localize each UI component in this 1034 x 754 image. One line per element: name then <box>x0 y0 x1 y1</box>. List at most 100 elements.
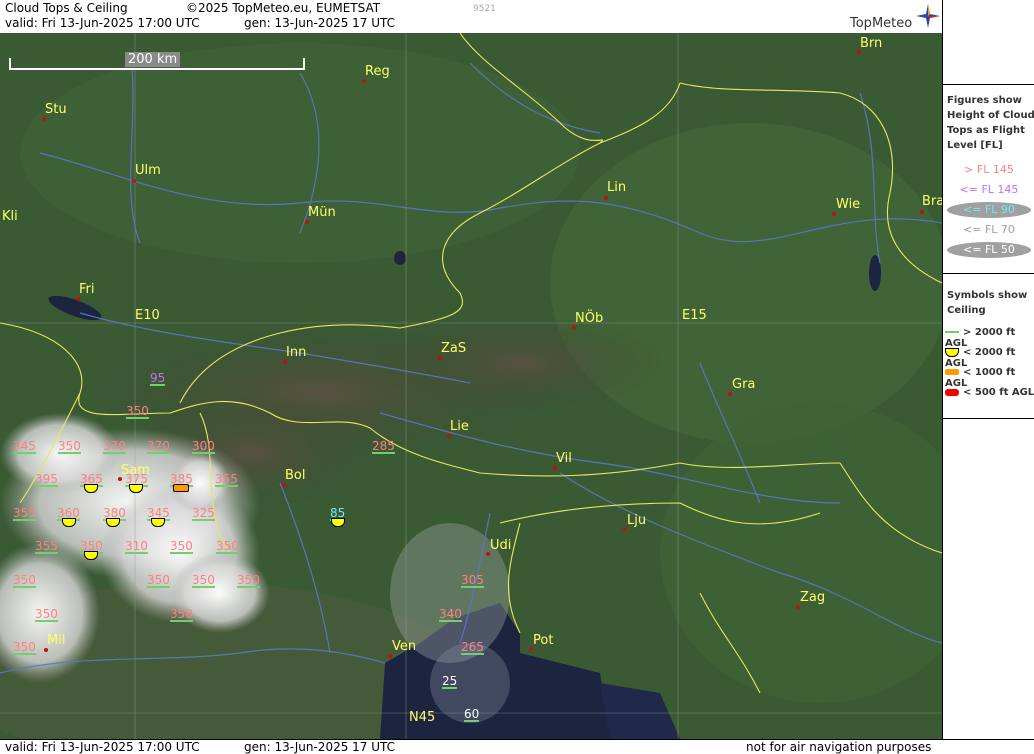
legend-ceiling-below-500: < 500 ft AGL <box>945 387 1034 398</box>
city-label: N45 <box>409 710 436 725</box>
topmeteo-logo: TopMeteo <box>850 2 942 32</box>
copyright: ©2025 TopMeteo.eu, EUMETSAT <box>186 1 381 15</box>
red-bar-icon <box>945 388 959 396</box>
orange-bar-icon <box>945 369 959 375</box>
city-label: Mün <box>308 205 336 220</box>
cloud-top-label: 350 <box>147 573 170 587</box>
scale-label: 200 km <box>125 52 181 67</box>
footer-valid-time: valid: Fri 13-Jun-2025 17:00 UTC <box>5 740 200 754</box>
legend-ceiling-below-1000: < 1000 ft AGL <box>945 367 1016 389</box>
city-marker-icon <box>920 210 924 214</box>
city-marker-icon <box>388 654 392 658</box>
cloud-top-label: 370 <box>103 439 126 453</box>
city-label: Kli <box>2 209 18 224</box>
cloud-top-label: 345 <box>13 439 36 453</box>
legend-divider <box>943 84 1034 85</box>
cloud-top-label: 350 <box>170 607 193 621</box>
city-marker-icon <box>572 325 576 329</box>
cloud-top-label: 60 <box>464 707 480 721</box>
city-label: Wie <box>836 197 861 212</box>
city-label: E15 <box>682 308 707 323</box>
cloud-top-label: 265 <box>461 640 484 654</box>
city-marker-icon <box>305 220 309 224</box>
header-bar: Cloud Tops & Ceiling ©2025 TopMeteo.eu, … <box>0 0 942 34</box>
cloud-top-label: 355 <box>13 506 36 520</box>
cloud-top-label: 350 <box>237 573 260 587</box>
image-code: 9521 <box>473 4 496 14</box>
city-label: Inn <box>286 345 307 360</box>
gen-time: gen: 13-Jun-2025 17 UTC <box>244 16 396 30</box>
cloud-top-label: 300 <box>192 439 215 453</box>
logo-text: TopMeteo <box>850 16 913 31</box>
ceiling-symbol-orange <box>173 484 189 492</box>
cloud-top-label: 310 <box>125 539 148 553</box>
city-marker-icon <box>486 552 490 556</box>
city-marker-icon <box>362 79 366 83</box>
legend-panel: Figures show Height of Cloud Tops as Fli… <box>942 0 1034 739</box>
city-label: Zag <box>800 590 826 605</box>
cloud-top-label: 285 <box>372 439 395 453</box>
city-label: Lie <box>450 419 469 434</box>
map-background <box>0 33 942 739</box>
city-marker-icon <box>44 648 48 652</box>
cloud-top-label: 350 <box>13 640 36 654</box>
city-label: Ven <box>392 639 417 654</box>
city-marker-icon <box>283 360 287 364</box>
city-label: Ulm <box>135 163 161 178</box>
satellite-map[interactable]: 200 km Brn Reg Stu Ulm Kli Mün Lin Wie Bra Fri E10… <box>0 33 942 739</box>
city-marker-icon <box>438 356 442 360</box>
cloud-top-label: 95 <box>150 371 166 385</box>
legend-fl-le-50: <= FL 50 <box>947 242 1031 258</box>
city-label: Bra <box>922 194 942 209</box>
cloud-top-label: 355 <box>215 472 238 486</box>
legend-fl-le-70: <= FL 70 <box>963 223 1015 236</box>
legend-divider <box>943 418 1034 419</box>
city-label: Fri <box>79 282 95 297</box>
cloud-top-label: 340 <box>439 607 462 621</box>
city-marker-icon <box>42 117 46 121</box>
footer-bar: valid: Fri 13-Jun-2025 17:00 UTC gen: 13… <box>0 739 1034 754</box>
city-marker-icon <box>529 647 533 651</box>
cloud-top-label: 395 <box>35 472 58 486</box>
cloud-top-label: 370 <box>147 439 170 453</box>
legend-ceiling-below-2000: < 2000 ft AGL <box>945 347 1016 369</box>
legend-tops-title: Figures show Height of Cloud Tops as Fli… <box>947 95 1034 151</box>
city-label: Reg <box>365 64 390 79</box>
cloud-top-label: 350 <box>216 539 239 553</box>
city-label: E10 <box>135 308 160 323</box>
city-label: Brn <box>860 36 883 51</box>
cloud-top-label: 350 <box>126 404 149 418</box>
city-label: NÖb <box>575 311 604 326</box>
city-marker-icon <box>118 477 122 481</box>
footer-disclaimer: not for air navigation purposes <box>746 740 932 754</box>
city-marker-icon <box>728 392 732 396</box>
legend-fl-le-90: <= FL 90 <box>947 202 1031 218</box>
city-marker-icon <box>832 212 836 216</box>
cloud-top-label: 325 <box>192 506 215 520</box>
city-marker-icon <box>857 50 861 54</box>
city-label: Bol <box>285 468 306 483</box>
green-line-icon <box>945 331 959 333</box>
city-label: Mil <box>47 633 66 648</box>
legend-divider <box>943 273 1034 274</box>
cloud-top-label: 350 <box>35 607 58 621</box>
city-marker-icon <box>282 483 286 487</box>
legend-fl-above-145: > FL 145 <box>964 163 1014 176</box>
cloud-top-label: 355 <box>35 539 58 553</box>
city-label: Gra <box>732 377 756 392</box>
yellow-bowl-icon <box>945 347 959 357</box>
city-label: Lin <box>607 180 627 195</box>
cloud-top-label: 350 <box>192 573 215 587</box>
city-marker-icon <box>76 297 80 301</box>
city-marker-icon <box>447 434 451 438</box>
legend-ceiling-title: Symbols show Ceiling <box>947 290 1028 316</box>
valid-time: valid: Fri 13-Jun-2025 17:00 UTC <box>5 16 200 30</box>
city-label: Stu <box>45 102 67 117</box>
city-marker-icon <box>604 196 608 200</box>
city-marker-icon <box>553 466 557 470</box>
city-label: Pot <box>533 633 554 648</box>
map-title: Cloud Tops & Ceiling <box>5 1 128 15</box>
cloud-top-label: 350 <box>13 573 36 587</box>
cloud-top-label: 305 <box>461 573 484 587</box>
city-label: Udi <box>490 538 512 553</box>
